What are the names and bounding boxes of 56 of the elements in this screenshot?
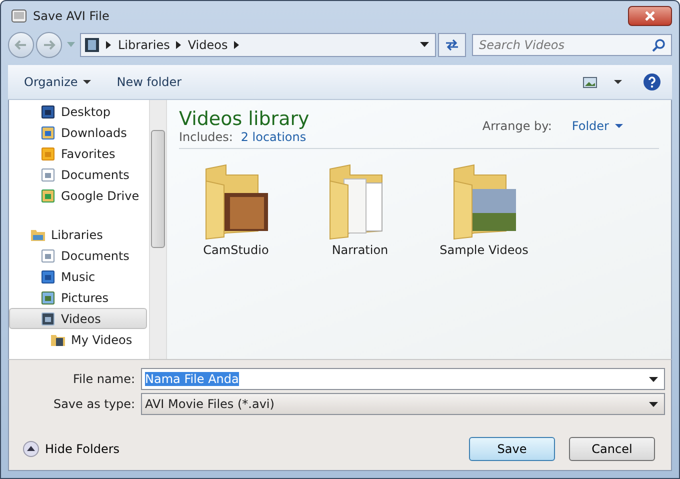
sidebar-item[interactable]: Libraries xyxy=(9,224,147,245)
folder-item[interactable]: Sample Videos xyxy=(435,161,533,257)
sidebar-item[interactable]: Downloads xyxy=(9,122,147,143)
save-button[interactable]: Save xyxy=(469,437,555,461)
new-folder-button[interactable]: New folder xyxy=(108,72,190,92)
sidebar-item[interactable]: Google Drive xyxy=(9,185,147,206)
file-name-label: File name: xyxy=(72,372,136,386)
breadcrumb-arrow-icon[interactable] xyxy=(176,41,182,49)
sidebar-item[interactable]: Videos xyxy=(9,308,147,329)
forward-arrow-icon xyxy=(42,38,56,52)
breadcrumb[interactable]: Videos xyxy=(188,38,228,52)
document-icon xyxy=(40,248,56,264)
address-bar[interactable]: Libraries Videos xyxy=(80,33,436,57)
refresh-icon xyxy=(444,38,460,52)
folder-item[interactable]: CamStudio xyxy=(187,161,285,257)
caret-icon xyxy=(649,402,658,406)
sidebar-item[interactable]: Documents xyxy=(9,245,147,266)
includes-label: Includes: xyxy=(179,130,233,144)
breadcrumb-arrow-icon[interactable] xyxy=(106,41,112,49)
save-type-dropdown[interactable]: AVI Movie Files (*.avi) xyxy=(141,393,665,415)
refresh-button[interactable] xyxy=(438,33,466,57)
caret-icon xyxy=(614,80,622,84)
save-type-label: Save as type: xyxy=(52,397,136,411)
folder-item[interactable]: Narration xyxy=(311,161,409,257)
sidebar-item[interactable]: Music xyxy=(9,266,147,287)
picture-icon xyxy=(583,76,597,88)
arrange-dropdown[interactable]: Folder xyxy=(566,118,629,134)
breadcrumb-arrow-icon[interactable] xyxy=(234,41,240,49)
close-icon xyxy=(643,11,657,21)
document-icon xyxy=(40,166,56,182)
sidebar-item[interactable]: Documents xyxy=(9,164,147,185)
sidebar-item[interactable]: Favorites xyxy=(9,143,147,164)
search-icon xyxy=(652,38,666,52)
arrange-label: Arrange by: xyxy=(482,119,552,133)
caret-icon xyxy=(615,124,623,128)
app-icon xyxy=(11,8,27,24)
caret-icon xyxy=(82,80,91,84)
window-title: Save AVI File xyxy=(33,9,110,23)
sidebar-item[interactable]: My Videos xyxy=(9,329,147,350)
hide-folders-button[interactable]: Hide Folders xyxy=(15,441,128,457)
scrollbar[interactable] xyxy=(149,100,166,359)
search-field[interactable]: Search Videos xyxy=(472,34,672,56)
help-icon xyxy=(643,73,661,91)
caret-icon xyxy=(649,376,658,382)
picture-icon xyxy=(40,290,56,306)
organize-button[interactable]: Organize xyxy=(16,72,99,92)
close-button[interactable] xyxy=(628,6,672,26)
cancel-button[interactable]: Cancel xyxy=(569,437,655,461)
breadcrumb[interactable]: Libraries xyxy=(118,38,170,52)
file-name-field[interactable]: Nama File Anda xyxy=(141,368,665,390)
sidebar-item[interactable]: Desktop xyxy=(9,101,147,122)
sidebar-item[interactable]: Pictures xyxy=(9,287,147,308)
locations-link[interactable]: 2 locations xyxy=(240,130,306,144)
library-title: Videos library xyxy=(179,108,310,130)
dropdown-caret-icon[interactable] xyxy=(420,42,429,48)
back-arrow-icon xyxy=(14,38,28,52)
